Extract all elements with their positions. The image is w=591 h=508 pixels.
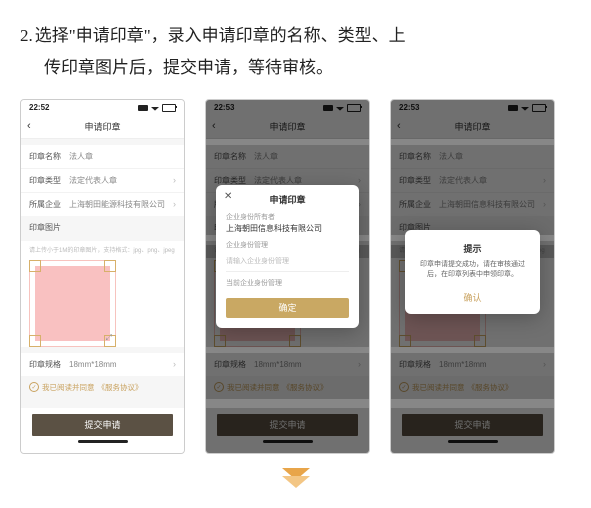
spec-section: 印章规格 18mm*18mm › xyxy=(21,353,184,376)
image-section-title: 印章图片 xyxy=(21,216,184,235)
image-section: 请上传小于1M的印章图片，支持格式：jpg、png、jpeg ⤢ xyxy=(21,241,184,347)
phone-screenshot-3: 22:53 ‹ 申请印章 印章名称法人章 印章类型法定代表人章› 所属企业上海朝… xyxy=(390,99,555,454)
value: 法定代表人章 xyxy=(69,175,173,186)
status-icons xyxy=(138,104,176,112)
modal-input[interactable]: 请输入企业身份管理 xyxy=(226,252,349,272)
alert-message: 印章申请提交成功，请在审核通过后，在印章列表中申领印章。 xyxy=(415,260,530,281)
row-company[interactable]: 所属企业 上海朝田能源科技有限公司 › xyxy=(21,193,184,216)
agree-link[interactable]: 《服务协议》 xyxy=(98,382,143,393)
modal-confirm-button[interactable]: 确定 xyxy=(226,298,349,318)
modal-hint: 当前企业身份管理 xyxy=(226,278,349,288)
label: 印章规格 xyxy=(29,359,69,370)
agree-prefix: 我已阅读并同意 xyxy=(42,382,95,393)
row-seal-name[interactable]: 印章名称 法人章 xyxy=(21,145,184,169)
phone-screenshot-2: 22:53 ‹ 申请印章 印章名称法人章 印章类型法定代表人章› 所属企业上海朝… xyxy=(205,99,370,454)
chevron-right-icon: › xyxy=(173,175,176,185)
expand-icon[interactable]: ⤢ xyxy=(106,333,112,343)
value: 法人章 xyxy=(69,151,176,162)
row-seal-type[interactable]: 印章类型 法定代表人章 › xyxy=(21,169,184,193)
continue-arrow-icon xyxy=(20,468,571,488)
battery-icon xyxy=(162,104,176,112)
label: 印章名称 xyxy=(29,151,69,162)
close-icon[interactable]: ✕ xyxy=(224,191,232,202)
home-indicator xyxy=(78,440,128,443)
modal-title: 申请印章 xyxy=(226,193,349,206)
instruction-step: 2.选择"申请印章"，录入申请印章的名称、类型、上 传印章图片后，提交申请，等待… xyxy=(20,20,571,85)
phone-screenshot-1: 22:52 ‹ 申请印章 印章名称 法人章 印章类型 法定代表人章 › 所属企业 xyxy=(20,99,185,454)
form-section: 印章名称 法人章 印章类型 法定代表人章 › 所属企业 上海朝田能源科技有限公司… xyxy=(21,145,184,216)
seal-image-upload[interactable]: ⤢ xyxy=(29,260,116,347)
instruction-line1: 选择"申请印章"，录入申请印章的名称、类型、上 xyxy=(35,26,406,45)
image-hint: 请上传小于1M的印章图片，支持格式：jpg、png、jpeg xyxy=(21,245,184,258)
row-spec[interactable]: 印章规格 18mm*18mm › xyxy=(21,353,184,376)
status-bar: 22:52 xyxy=(21,100,184,116)
signal-icon xyxy=(138,105,148,111)
value: 上海朝田能源科技有限公司 xyxy=(69,199,173,210)
status-time: 22:52 xyxy=(29,103,49,112)
submit-button[interactable]: 提交申请 xyxy=(32,414,172,436)
apply-modal: ✕ 申请印章 企业身份所有者 上海朝田信息科技有限公司 企业身份管理 请输入企业… xyxy=(216,185,359,328)
phones-row: 22:52 ‹ 申请印章 印章名称 法人章 印章类型 法定代表人章 › 所属企业 xyxy=(20,99,571,454)
nav-title: 申请印章 xyxy=(84,120,120,133)
instruction-line2: 传印章图片后，提交申请，等待审核。 xyxy=(20,58,333,77)
seal-image-preview xyxy=(35,266,110,341)
success-alert: 提示 印章申请提交成功，请在审核通过后，在印章列表中申领印章。 确认 xyxy=(405,230,540,314)
submit-bar: 提交申请 xyxy=(21,408,184,453)
checkmark-icon[interactable]: ✓ xyxy=(29,382,39,392)
back-icon[interactable]: ‹ xyxy=(27,120,31,132)
wifi-icon xyxy=(151,105,159,111)
label: 印章类型 xyxy=(29,175,69,186)
alert-title: 提示 xyxy=(415,242,530,255)
agreement-row[interactable]: ✓ 我已阅读并同意《服务协议》 xyxy=(21,376,184,399)
value: 18mm*18mm xyxy=(69,360,173,369)
modal-owner-label: 企业身份所有者 xyxy=(226,212,349,222)
label: 所属企业 xyxy=(29,199,69,210)
nav-bar: ‹ 申请印章 xyxy=(21,116,184,139)
chevron-right-icon: › xyxy=(173,359,176,369)
alert-ok-button[interactable]: 确认 xyxy=(415,291,530,304)
modal-owner-value: 上海朝田信息科技有限公司 xyxy=(226,223,349,234)
modal-mgmt-label: 企业身份管理 xyxy=(226,240,349,250)
chevron-right-icon: › xyxy=(173,199,176,209)
step-number: 2. xyxy=(20,26,33,45)
